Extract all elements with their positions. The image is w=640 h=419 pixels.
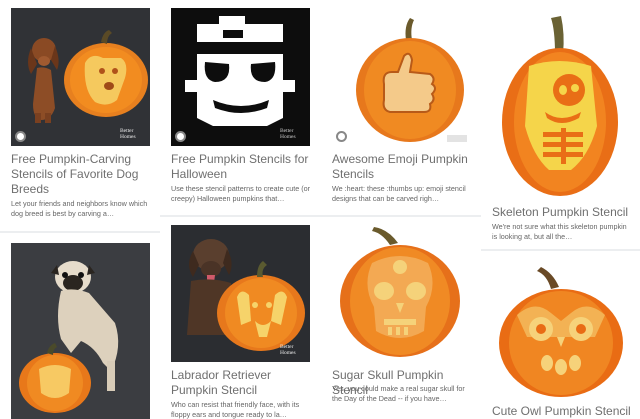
emoji-pumpkin-image[interactable] [332, 8, 471, 146]
frankenstein-stencil-image[interactable]: Better Homes [171, 8, 310, 146]
owl-pumpkin-image[interactable] [491, 259, 632, 399]
card-title[interactable]: Awesome Emoji Pumpkin Stencils [332, 152, 472, 182]
pin-card-emoji[interactable]: Awesome Emoji Pumpkin Stencils We :heart… [321, 0, 481, 215]
pin-card-frankenstein[interactable]: Better Homes Free Pumpkin Stencils for H… [160, 0, 321, 215]
pin-card-owl[interactable]: Cute Owl Pumpkin Stencil [481, 251, 640, 419]
sugar-skull-pumpkin-image[interactable] [332, 223, 471, 361]
card-title[interactable]: Labrador Retriever Pumpkin Stencil [171, 368, 316, 398]
pin-badge-icon [15, 131, 26, 142]
card-title[interactable]: Skeleton Pumpkin Stencil [492, 205, 637, 220]
brand-logo: Better Homes [120, 128, 136, 140]
pin-card-skeleton[interactable]: Skeleton Pumpkin Stencil We're not sure … [481, 0, 640, 249]
card-title[interactable]: Free Pumpkin Stencils for Halloween [171, 152, 311, 182]
pin-badge-icon [336, 131, 347, 142]
pin-badge-icon [175, 131, 186, 142]
dachshund-pumpkin-image[interactable]: Better Homes [11, 8, 150, 146]
card-description: We're not sure what this skeleton pumpki… [492, 222, 627, 241]
pin-card-dachshund[interactable]: Better Homes Free Pumpkin-Carving Stenci… [0, 0, 160, 231]
pin-card-labrador[interactable]: Better Homes Labrador Retriever Pumpkin … [160, 217, 321, 419]
brand-logo: Better Homes [280, 128, 296, 140]
pin-card-pug[interactable] [0, 233, 160, 419]
card-title[interactable]: Cute Owl Pumpkin Stencil [492, 404, 637, 419]
labrador-pumpkin-image[interactable]: Better Homes [171, 225, 310, 362]
pin-card-sugar-skull[interactable]: Sugar Skull Pumpkin Stencil Yes, you cou… [321, 217, 481, 419]
brand-logo [447, 135, 467, 142]
brand-logo: Better Homes [280, 344, 296, 356]
card-title[interactable]: Free Pumpkin-Carving Stencils of Favorit… [11, 152, 151, 197]
card-description: We :heart: these :thumbs up: emoji stenc… [332, 184, 466, 203]
skeleton-pumpkin-image[interactable] [489, 6, 632, 196]
card-description: Yes, you could make a real sugar skull f… [332, 384, 465, 403]
card-description: Use these stencil patterns to create cut… [171, 184, 311, 203]
pug-pumpkin-image[interactable] [11, 243, 150, 419]
card-description: Let your friends and neighbors know whic… [11, 199, 148, 218]
card-description: Who can resist that friendly face, with … [171, 400, 300, 419]
